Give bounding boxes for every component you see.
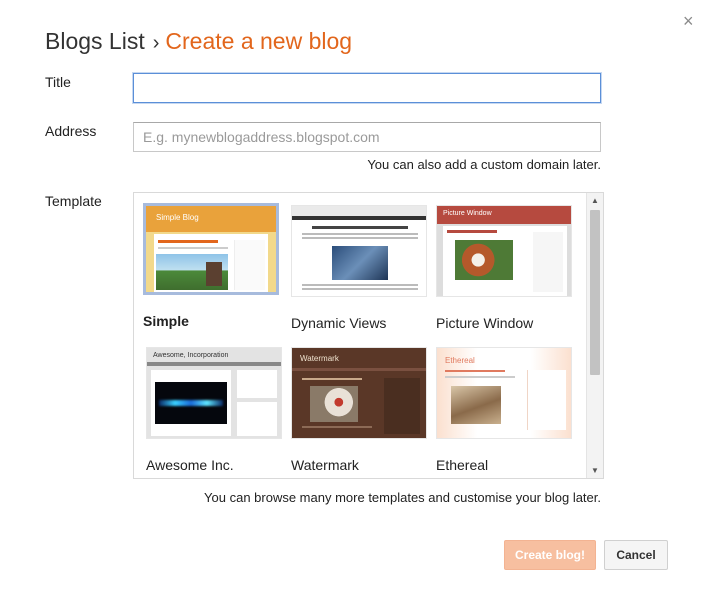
template-thumbnail-watermark: Watermark bbox=[291, 347, 427, 439]
template-label: Template bbox=[45, 193, 102, 209]
template-simple[interactable]: Simple Blog Simple bbox=[143, 203, 279, 329]
thumb-title: Ethereal bbox=[445, 356, 475, 365]
template-dynamic-views[interactable]: Dynamic Views bbox=[291, 205, 427, 331]
thumb-title: Picture Window bbox=[443, 210, 492, 217]
template-thumbnail-awesome-inc: Awesome, Incorporation bbox=[146, 347, 282, 439]
template-name: Awesome Inc. bbox=[146, 457, 234, 473]
title-input[interactable] bbox=[133, 73, 601, 103]
title-label: Title bbox=[45, 74, 71, 90]
chevron-right-icon: › bbox=[152, 32, 160, 54]
template-name: Picture Window bbox=[436, 315, 534, 331]
template-thumbnail-ethereal: Ethereal bbox=[436, 347, 572, 439]
breadcrumb: Blogs List › Create a new blog bbox=[45, 28, 352, 55]
template-picture-window[interactable]: Picture Window Picture Window bbox=[436, 205, 572, 331]
template-scrollbar[interactable]: ▲ ▼ bbox=[586, 193, 603, 478]
thumb-title: Simple Blog bbox=[156, 213, 199, 222]
template-thumbnail-picture-window: Picture Window bbox=[436, 205, 572, 297]
thumb-title: Watermark bbox=[300, 354, 339, 363]
templates-hint: You can browse many more templates and c… bbox=[204, 490, 601, 505]
cancel-button[interactable]: Cancel bbox=[604, 540, 668, 570]
create-blog-button[interactable]: Create blog! bbox=[504, 540, 596, 570]
scroll-up-icon[interactable]: ▲ bbox=[591, 196, 599, 205]
page-title: Create a new blog bbox=[165, 28, 353, 54]
address-input[interactable] bbox=[133, 122, 601, 152]
template-awesome-inc[interactable]: Awesome, Incorporation Awesome Inc. bbox=[146, 347, 282, 473]
template-thumbnail-simple: Simple Blog bbox=[143, 203, 279, 295]
template-ethereal[interactable]: Ethereal Ethereal bbox=[436, 347, 572, 473]
template-thumbnail-dynamic-views bbox=[291, 205, 427, 297]
thumb-title: Awesome, Incorporation bbox=[153, 352, 229, 359]
address-hint: You can also add a custom domain later. bbox=[367, 157, 601, 172]
scrollbar-thumb[interactable] bbox=[590, 210, 600, 375]
breadcrumb-blogs-list[interactable]: Blogs List bbox=[45, 28, 145, 54]
template-name: Watermark bbox=[291, 457, 359, 473]
template-name: Dynamic Views bbox=[291, 315, 387, 331]
close-icon[interactable]: × bbox=[683, 11, 694, 31]
template-picker: Simple Blog Simple Dynamic Views Picture bbox=[133, 192, 604, 479]
template-watermark[interactable]: Watermark Watermark bbox=[291, 347, 427, 473]
template-name: Simple bbox=[143, 313, 189, 329]
template-name: Ethereal bbox=[436, 457, 489, 473]
scroll-down-icon[interactable]: ▼ bbox=[591, 466, 599, 475]
address-label: Address bbox=[45, 123, 97, 139]
